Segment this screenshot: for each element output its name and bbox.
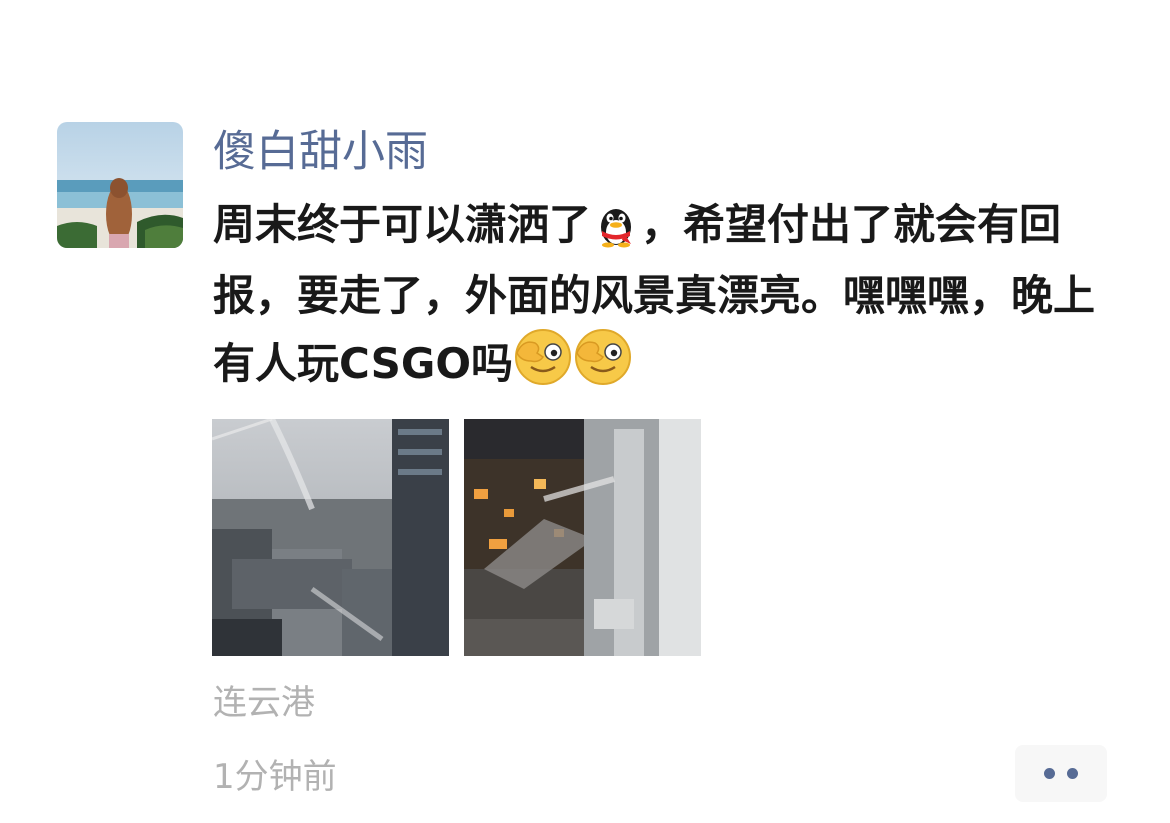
wink-face-emoji-icon (513, 327, 573, 404)
more-dots-icon (1044, 768, 1055, 779)
more-dots-icon (1067, 768, 1078, 779)
night-window-photo (464, 419, 701, 656)
photo-thumbnail-1[interactable] (212, 419, 449, 656)
more-options-button[interactable] (1015, 745, 1107, 802)
moments-post: 傻白甜小雨 周末终于可以潇洒了 ，希望付出了就会有回报，要走了，外面的风景真漂亮。… (0, 0, 1170, 823)
photo-thumbnail-2[interactable] (464, 419, 701, 656)
avatar[interactable] (57, 122, 183, 248)
username[interactable]: 傻白甜小雨 (213, 124, 428, 180)
location-label[interactable]: 连云港 (213, 680, 315, 726)
penguin-emoji-icon (591, 200, 641, 265)
post-text-part-1: 周末终于可以潇洒了 (213, 200, 592, 249)
cityscape-window-photo (212, 419, 449, 656)
wink-face-emoji-icon (573, 327, 633, 404)
post-timestamp: 1分钟前 (213, 757, 337, 797)
post-text: 周末终于可以潇洒了 ，希望付出了就会有回报，要走了，外面的风景真漂亮。嘿嘿嘿，晚上… (213, 194, 1113, 404)
avatar-image (57, 122, 183, 248)
